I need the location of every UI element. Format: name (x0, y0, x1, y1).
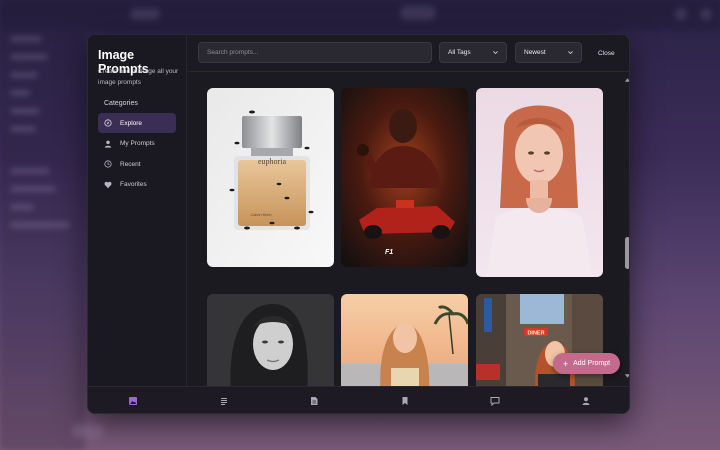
gallery-scrollbar[interactable] (623, 73, 630, 386)
bw-portrait-image (207, 294, 334, 386)
prompt-card[interactable] (341, 294, 468, 386)
portrait-image (476, 88, 603, 277)
close-button[interactable]: Close (592, 44, 621, 62)
compass-icon (104, 119, 112, 127)
dialog-main: All Tags Newest Close (188, 35, 630, 386)
add-prompt-button[interactable]: + Add Prompt (553, 353, 620, 374)
chat-icon[interactable] (490, 396, 500, 406)
tag-filter-select[interactable]: All Tags (439, 42, 507, 63)
background-line (10, 72, 38, 78)
dialog-subtitle: Create and manage all your image prompts (98, 68, 179, 86)
nav-item-label: My Prompts (120, 140, 155, 147)
bottom-nav (88, 386, 629, 413)
background-pill (400, 6, 436, 20)
background-line (10, 168, 50, 174)
sort-value: Newest (524, 49, 546, 56)
nav-item-label: Favorites (120, 181, 147, 188)
f1-logo-text: F1 (385, 249, 393, 256)
prompt-card[interactable] (476, 88, 603, 277)
background-line (10, 126, 36, 132)
nav-item-my-prompts[interactable]: My Prompts (98, 134, 176, 154)
add-prompt-label: Add Prompt (573, 360, 611, 367)
chevron-down-icon (568, 51, 573, 55)
background-pill (675, 8, 687, 20)
beach-image (341, 294, 468, 386)
categories-heading: Categories (104, 100, 138, 107)
prompt-card[interactable]: F1 (341, 88, 468, 267)
bottle-label-text: euphoria (258, 157, 286, 166)
nav-item-explore[interactable]: Explore (98, 113, 176, 133)
user-icon (104, 140, 112, 148)
bottle-brand-text: Calvin Klein (250, 212, 271, 217)
plus-icon: + (562, 358, 569, 369)
background-line (10, 36, 42, 42)
tag-filter-value: All Tags (448, 49, 471, 56)
document-icon[interactable] (309, 396, 319, 406)
nav-item-recent[interactable]: Recent (98, 154, 176, 174)
bookmark-icon[interactable] (400, 396, 410, 406)
profile-icon[interactable] (581, 396, 591, 406)
nav-item-favorites[interactable]: Favorites (98, 175, 176, 195)
nav-item-label: Recent (120, 160, 141, 168)
dialog-toolbar: All Tags Newest Close (188, 35, 629, 72)
image-icon[interactable] (128, 396, 138, 406)
background-line (10, 204, 34, 210)
prompt-gallery: euphoria Calvin Klein F1 DINER (188, 73, 621, 386)
chevron-down-icon (493, 51, 498, 55)
perfume-image: euphoria Calvin Klein (207, 88, 334, 267)
background-pill (130, 8, 160, 20)
prompt-card[interactable]: euphoria Calvin Klein (207, 88, 334, 267)
clock-icon (104, 160, 112, 168)
background-topbar (0, 0, 720, 30)
background-pill (72, 424, 104, 438)
racing-poster-image: F1 (341, 88, 468, 267)
background-line (10, 54, 48, 60)
background-pill (700, 8, 712, 20)
image-prompts-dialog: Image Prompts Create and manage all your… (87, 34, 630, 414)
background-line (10, 186, 56, 192)
background-line (10, 222, 70, 228)
scroll-down-arrow-icon[interactable] (624, 373, 630, 379)
scroll-up-arrow-icon[interactable] (624, 77, 630, 83)
nav-item-label: Explore (120, 119, 143, 127)
sort-select[interactable]: Newest (515, 42, 582, 63)
diner-sign-text: DINER (527, 331, 544, 337)
search-input[interactable] (198, 42, 432, 63)
category-nav: Explore My Prompts Recent Favorites (98, 113, 176, 195)
dialog-sidebar: Image Prompts Create and manage all your… (88, 35, 187, 386)
background-line (10, 90, 30, 96)
list-icon[interactable] (219, 396, 229, 406)
heart-icon (104, 181, 112, 189)
prompt-card[interactable] (207, 294, 334, 386)
background-line (10, 108, 40, 114)
scrollbar-thumb[interactable] (625, 237, 629, 269)
